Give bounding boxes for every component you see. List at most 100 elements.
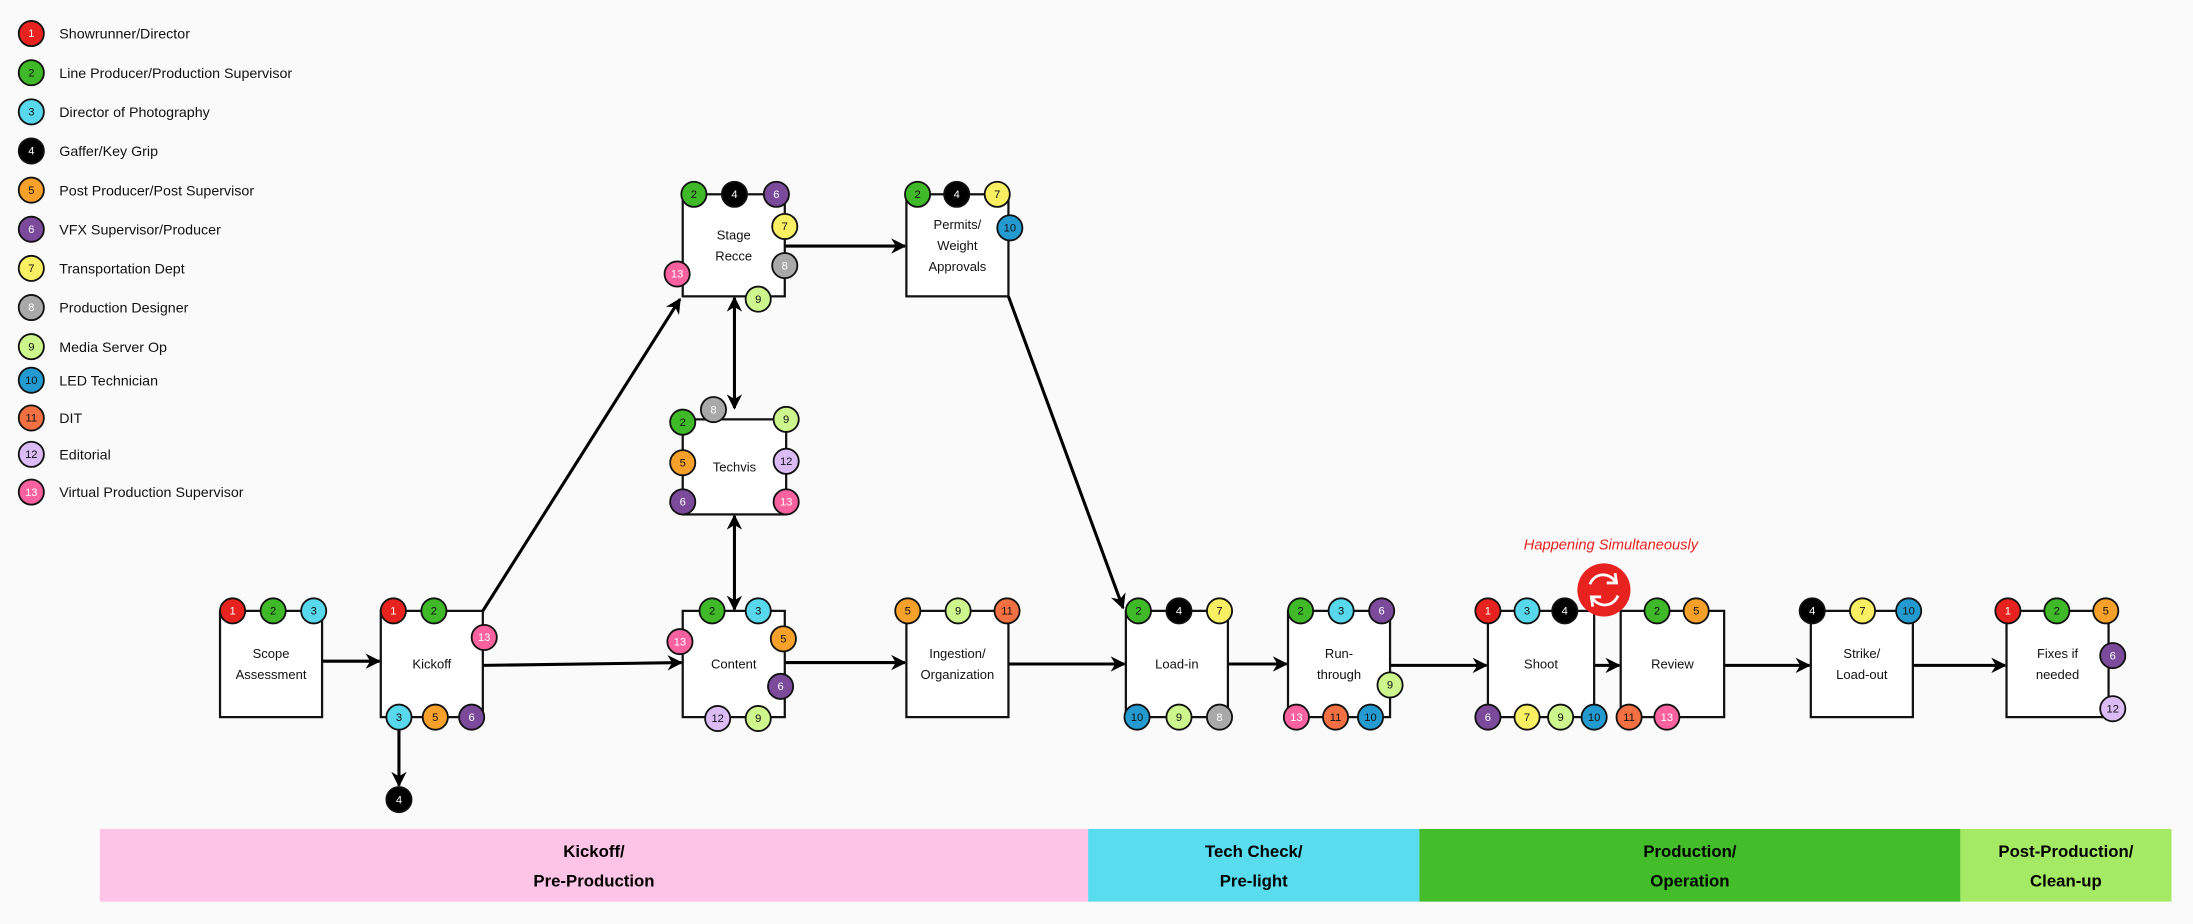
node-label: Strike/	[1843, 646, 1880, 661]
role-badge-2: 2	[1287, 597, 1315, 625]
node-run[interactable]: Run-through 2 3 6 9 13 11 10	[1282, 597, 1404, 731]
role-badge-11: 11	[1615, 703, 1643, 731]
role-badge-8: 8	[771, 252, 799, 280]
svg-text:5: 5	[432, 712, 438, 724]
role-legend: 1 Showrunner/Director 2 Line Producer/Produ…	[17, 20, 292, 506]
node-box[interactable]	[1809, 609, 1914, 719]
legend-label: Post Producer/Post Supervisor	[59, 183, 254, 199]
svg-text:2: 2	[431, 606, 437, 618]
svg-text:1: 1	[1485, 606, 1491, 618]
svg-text:12: 12	[2107, 703, 2119, 715]
legend-item: 3 Director of Photography	[17, 98, 211, 126]
node-label: Permits/	[934, 217, 982, 232]
svg-text:1: 1	[229, 606, 235, 618]
node-box[interactable]	[905, 609, 1010, 719]
legend-label: Virtual Production Supervisor	[59, 485, 244, 501]
node-box[interactable]	[1286, 609, 1392, 719]
role-badge-2: 2	[669, 408, 697, 436]
role-badge-9: 9	[1165, 703, 1193, 731]
legend-item: 10 LED Technician	[17, 366, 158, 394]
role-badge-12: 12	[2099, 695, 2127, 723]
legend-item: 9 Media Server Op	[17, 333, 167, 361]
node-permits[interactable]: Permits/Weight Approvals 2 4 7 10	[904, 180, 1024, 298]
node-label: Approvals	[929, 259, 987, 274]
node-stage[interactable]: Stage Recce 2 4 6 7 8 9 13	[663, 180, 799, 313]
node-label: Stage	[717, 227, 751, 242]
node-strike[interactable]: Strike/Load-out 4 7 10	[1798, 597, 1923, 719]
svg-text:12: 12	[780, 456, 792, 468]
svg-text:4: 4	[731, 189, 737, 201]
svg-text:2: 2	[691, 189, 697, 201]
legend-item: 5 Post Producer/Post Supervisor	[17, 176, 254, 204]
role-badge-6: 6	[767, 672, 795, 700]
role-badge-9: 9	[1547, 703, 1575, 731]
role-badge-1: 1	[17, 20, 45, 48]
svg-text:9: 9	[783, 414, 789, 426]
role-badge-5: 5	[769, 625, 797, 653]
svg-text:2: 2	[680, 417, 686, 429]
svg-text:1: 1	[390, 606, 396, 618]
svg-text:4: 4	[1176, 606, 1182, 618]
role-badge-10: 10	[1895, 597, 1923, 625]
role-badge-2: 2	[17, 59, 45, 87]
svg-text:2: 2	[1297, 606, 1303, 618]
svg-text:7: 7	[1216, 606, 1222, 618]
svg-text:3: 3	[28, 107, 34, 119]
role-badge-2: 2	[698, 597, 726, 625]
role-badge-6: 6	[762, 180, 790, 208]
node-techvis[interactable]: Techvis 8 2 9 5 12 6 13	[669, 396, 800, 516]
role-badge-9: 9	[744, 705, 772, 733]
node-ingestion[interactable]: Ingestion/Organization 5 9 11	[894, 597, 1021, 719]
svg-text:12: 12	[711, 713, 723, 725]
node-content[interactable]: Content 2 3 13 5 6 12 9	[666, 597, 797, 733]
svg-text:3: 3	[396, 712, 402, 724]
svg-text:9: 9	[1557, 712, 1563, 724]
svg-text:10: 10	[1588, 712, 1600, 724]
phase-label: Tech Check/	[1205, 842, 1303, 861]
node-box[interactable]	[2005, 609, 2110, 719]
node-label: Assessment	[236, 667, 307, 682]
phase-1: Kickoff/Pre-Production	[99, 828, 1089, 902]
node-shoot[interactable]: Shoot 1 3 4 6 7 9 10	[1474, 597, 1608, 731]
svg-text:6: 6	[1485, 712, 1491, 724]
phase-4: Post-Production/Clean-up	[1960, 828, 2172, 902]
svg-text:2: 2	[28, 67, 34, 79]
role-badge-7: 7	[771, 212, 799, 240]
node-loadin[interactable]: Load-in 2 4 7 10 9 8	[1123, 597, 1234, 731]
svg-text:10: 10	[1131, 712, 1143, 724]
role-badge-2: 2	[1124, 597, 1152, 625]
node-label: Kickoff	[412, 657, 451, 672]
simultaneous-note: Happening Simultaneously	[1524, 537, 1700, 553]
node-fixes[interactable]: Fixes ifneeded1 2 5612	[1994, 597, 2127, 723]
svg-text:5: 5	[1693, 606, 1699, 618]
svg-text:4: 4	[396, 794, 402, 806]
role-badge-11: 11	[993, 597, 1021, 625]
role-badge-10: 10	[1356, 703, 1384, 731]
role-badge-9: 9	[944, 597, 972, 625]
node-scope[interactable]: Scope Assessment 1 2 3	[218, 597, 328, 719]
role-badge-3: 3	[17, 98, 45, 126]
legend-label: Director of Photography	[59, 105, 210, 121]
svg-text:5: 5	[905, 606, 911, 618]
legend-label: LED Technician	[59, 373, 158, 389]
node-box[interactable]	[681, 193, 786, 298]
node-box[interactable]	[218, 609, 324, 719]
svg-text:1: 1	[28, 28, 34, 40]
legend-label: VFX Supervisor/Producer	[59, 222, 221, 238]
svg-text:10: 10	[1902, 606, 1914, 618]
node-review[interactable]: Review 2 5 11 13	[1615, 597, 1726, 731]
sync-arrows-icon	[1577, 563, 1631, 617]
svg-text:5: 5	[2103, 606, 2109, 618]
node-label: Content	[711, 657, 757, 672]
workflow-nodes: ScopeAssessment1 2 3Kickoff1 2133 5 64StageRe…	[218, 180, 2127, 814]
svg-text:9: 9	[755, 713, 761, 725]
flow-arrow	[482, 655, 683, 671]
svg-text:6: 6	[1379, 606, 1385, 618]
svg-text:5: 5	[780, 634, 786, 646]
role-badge-5: 5	[421, 703, 449, 731]
svg-text:13: 13	[478, 632, 490, 644]
node-label: Shoot	[1524, 657, 1558, 672]
phase-label: Kickoff/	[563, 842, 625, 861]
legend-label: DIT	[59, 411, 82, 427]
role-badge-8: 8	[17, 294, 45, 322]
